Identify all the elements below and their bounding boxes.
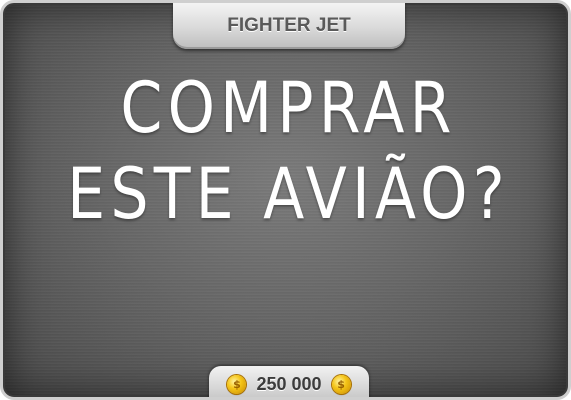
title-banner: FIGHTER JET (173, 3, 405, 49)
aircraft-name: FIGHTER JET (227, 15, 351, 36)
question-line-2: ESTE AVIÃO? (67, 153, 510, 235)
coin-icon: $ (227, 375, 247, 394)
purchase-dialog: FIGHTER JET COMPRAR ESTE AVIÃO? $ 250 00… (0, 0, 571, 400)
coin-icon: $ (331, 375, 351, 394)
question-line-1: COMPRAR (120, 67, 457, 149)
purchase-question: COMPRAR ESTE AVIÃO? (43, 65, 534, 237)
price-label: 250 000 (256, 374, 322, 394)
price-button[interactable]: $ 250 000 $ (209, 366, 369, 397)
